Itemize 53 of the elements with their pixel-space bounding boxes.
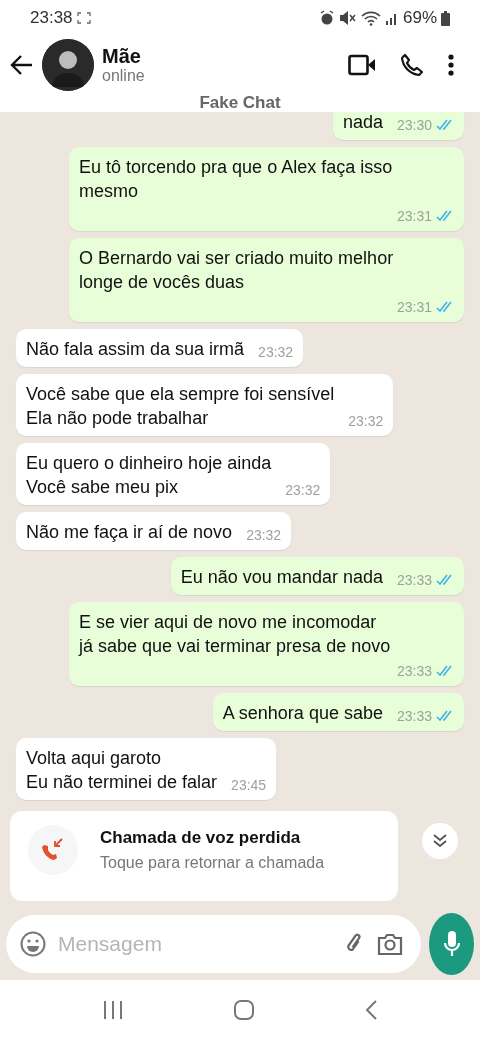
contact-status: online <box>102 67 146 85</box>
contact-name[interactable]: Mãe <box>102 45 348 68</box>
message-time: 23:45 <box>231 776 267 794</box>
microphone-icon <box>442 930 461 958</box>
message-time: 23:32 <box>246 526 282 544</box>
message-time: 23:31 <box>396 207 432 225</box>
message-text: Você sabe que ela sempre foi sensível Ela não pode trabalhar <box>26 383 335 430</box>
missed-call-title: Chamada de voz perdida <box>100 827 302 849</box>
alarm-icon <box>318 10 335 26</box>
back-arrow-icon[interactable] <box>10 54 34 76</box>
message-time: 23:32 <box>285 481 321 499</box>
message-text: Não me faça ir aí de novo <box>26 521 233 544</box>
message-time: 23:33 <box>396 571 432 589</box>
message-text: A senhora que sabe <box>222 702 383 725</box>
message-time: 23:32 <box>348 412 384 430</box>
phone-call-icon[interactable] <box>400 53 424 77</box>
message-text: E se vier aqui de novo me incomodar já sabe que vai terminar presa de novo <box>79 611 391 658</box>
watermark-caption: Fake Chat <box>199 94 281 112</box>
missed-call-card[interactable]: Chamada de voz perdida Toque para retornar a chamada <box>10 811 398 901</box>
avatar[interactable] <box>42 39 94 91</box>
camera-icon[interactable] <box>377 932 403 956</box>
message-text: Eu não vou mandar nada <box>180 566 383 589</box>
message-input[interactable]: Mensagem <box>56 927 331 961</box>
emoji-icon[interactable] <box>20 931 46 957</box>
message-time: 23:31 <box>396 298 432 316</box>
recent-apps-icon[interactable] <box>102 1000 125 1020</box>
missed-call-subtitle: Toque para retornar a chamada <box>100 852 325 873</box>
signal-icon <box>384 11 399 25</box>
message-text: O Bernardo vai ser criado muito melhor longe de vocês duas <box>79 247 394 294</box>
microphone-button[interactable] <box>429 913 474 975</box>
home-icon[interactable] <box>233 999 255 1021</box>
missed-call-icon <box>41 837 65 863</box>
message-text: Eu tô torcendo pra que o Alex faça isso mesmo <box>79 156 393 203</box>
video-call-icon[interactable] <box>348 54 376 76</box>
screenshot-icon <box>76 12 91 24</box>
message-time: 23:30 <box>396 116 432 134</box>
mute-icon <box>338 10 357 26</box>
scroll-down-button[interactable] <box>422 823 458 859</box>
message-field[interactable]: Mensagem <box>6 915 421 973</box>
message-time: 23:32 <box>258 343 294 361</box>
double-chevron-down-icon <box>432 834 448 848</box>
more-options-icon[interactable] <box>448 54 454 76</box>
message-text: Eu quero o dinheiro hoje ainda Você sabe meu pix <box>26 452 272 499</box>
back-icon[interactable] <box>363 999 378 1021</box>
message-time: 23:33 <box>396 662 432 680</box>
message-text: nada <box>342 112 383 134</box>
status-time: 23:38 <box>30 7 73 30</box>
battery-percentage: 69% <box>402 7 437 30</box>
battery-icon <box>441 10 450 26</box>
message-time: 23:33 <box>396 707 432 725</box>
wifi-icon <box>360 10 381 26</box>
message-text: Volta aqui garoto Eu não terminei de falar <box>26 747 218 794</box>
message-text: Não fala assim da sua irmã <box>26 338 245 361</box>
